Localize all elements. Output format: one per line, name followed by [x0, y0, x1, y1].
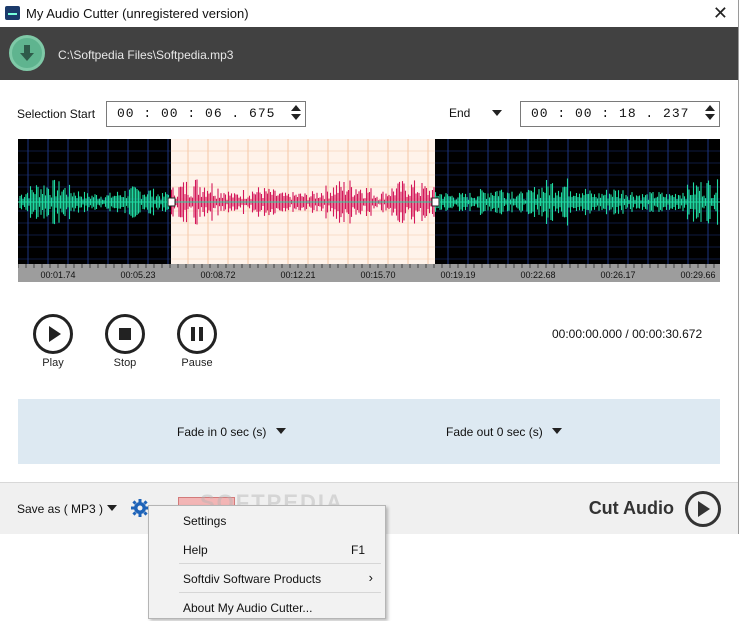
cut-audio-button[interactable]	[685, 491, 721, 527]
menu-item-label: About My Audio Cutter...	[183, 601, 313, 615]
selection-end-field[interactable]: 00 : 00 : 18 . 237	[520, 101, 720, 127]
menu-item-label: Help	[183, 543, 208, 557]
chevron-right-icon: ›	[368, 570, 373, 585]
fade-panel: Fade in 0 sec (s) Fade out 0 sec (s)	[18, 399, 720, 464]
save-as-arrow-icon[interactable]	[107, 505, 117, 511]
download-icon[interactable]	[9, 35, 45, 71]
timeline-label: 00:05.23	[120, 270, 155, 280]
selection-end-value: 00 : 00 : 18 . 237	[531, 106, 690, 121]
arrow-right-icon	[698, 501, 710, 517]
selection-start-handle	[167, 197, 176, 207]
selection-end-spinner[interactable]	[705, 105, 715, 123]
timeline-label: 00:19.19	[440, 270, 475, 280]
menu-item-help[interactable]: Help F1	[149, 535, 385, 563]
timeline-label: 00:29.66	[680, 270, 715, 280]
menu-item-label: Softdiv Software Products	[183, 572, 322, 586]
timeline-label: 00:01.74	[40, 270, 75, 280]
pause-button[interactable]	[177, 314, 217, 354]
file-bar: C:\Softpedia Files\Softpedia.mp3	[0, 27, 738, 80]
play-icon	[49, 326, 61, 342]
file-path: C:\Softpedia Files\Softpedia.mp3	[58, 48, 234, 62]
fade-in-select[interactable]: Fade in 0 sec (s)	[177, 425, 266, 439]
menu-item-label: Settings	[183, 514, 227, 528]
stop-label: Stop	[113, 357, 137, 369]
menu-item-softdiv-products[interactable]: Softdiv Software Products ›	[149, 564, 385, 592]
play-button[interactable]	[33, 314, 73, 354]
play-label: Play	[42, 357, 64, 369]
timeline-label: 00:22.68	[520, 270, 555, 280]
selection-start-spinner[interactable]	[291, 105, 301, 123]
pause-icon	[191, 327, 203, 341]
gear-icon[interactable]	[130, 498, 150, 518]
position-readout: 00:00:00.000 / 00:00:30.672	[552, 327, 703, 341]
waveform-view[interactable]: 00:01.74 00:05.23 00:08.72 00:12.21 00:15.70…	[18, 139, 720, 282]
fade-out-select[interactable]: Fade out 0 sec (s)	[446, 425, 543, 439]
app-window: My Audio Cutter (unregistered version) ✕…	[0, 0, 739, 534]
end-label: End	[449, 106, 471, 120]
menu-item-shortcut: F1	[350, 543, 365, 557]
title-bar: My Audio Cutter (unregistered version) ✕	[0, 0, 738, 27]
settings-context-menu: Settings Help F1 Softdiv Software Produc…	[148, 505, 386, 619]
save-as-select[interactable]: Save as ( MP3 )	[17, 502, 103, 516]
stop-button[interactable]	[105, 314, 145, 354]
pause-label: Pause	[181, 357, 213, 369]
close-icon[interactable]: ✕	[713, 2, 728, 24]
timeline-label: 00:12.21	[280, 270, 315, 280]
menu-item-about[interactable]: About My Audio Cutter...	[149, 593, 385, 621]
window-title: My Audio Cutter (unregistered version)	[26, 6, 249, 21]
menu-item-settings[interactable]: Settings	[149, 506, 385, 534]
fade-in-arrow-icon[interactable]	[276, 428, 286, 434]
app-logo-icon	[5, 6, 20, 20]
selection-end-handle	[431, 197, 440, 207]
timeline-label: 00:08.72	[200, 270, 235, 280]
end-dropdown-arrow-icon[interactable]	[492, 110, 502, 116]
selection-start-value: 00 : 00 : 06 . 675	[117, 106, 276, 121]
timeline-label: 00:26.17	[600, 270, 635, 280]
stop-icon	[119, 328, 131, 340]
cut-audio-label[interactable]: Cut Audio	[589, 498, 674, 519]
fade-out-arrow-icon[interactable]	[552, 428, 562, 434]
selection-start-field[interactable]: 00 : 00 : 06 . 675	[106, 101, 306, 127]
timeline-label: 00:15.70	[360, 270, 395, 280]
selection-start-label: Selection Start	[17, 107, 96, 121]
